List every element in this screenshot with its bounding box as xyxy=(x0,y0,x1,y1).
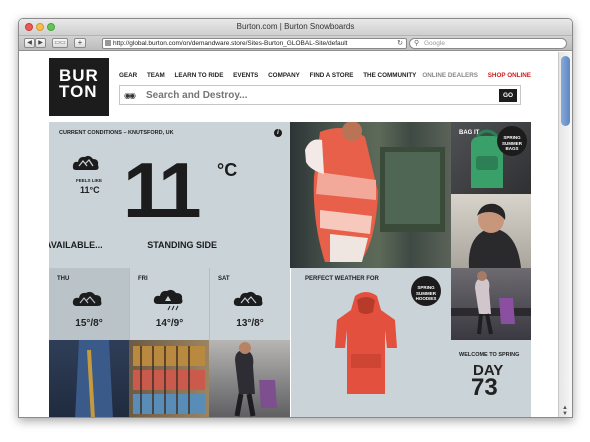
forecast-day-sat: SAT 13°/8° xyxy=(209,268,290,340)
shop-online-link[interactable]: SHOP ONLINE xyxy=(488,72,531,79)
nav-find-a-store[interactable]: FIND A STORE xyxy=(310,72,354,79)
browser-window: Burton.com | Burton Snowboards ◀ ▶ ▭▭ + … xyxy=(18,18,573,418)
welcome-spring-label: WELCOME TO SPRING xyxy=(459,352,520,358)
bench-photo-tile[interactable] xyxy=(451,268,531,340)
header-links: ONLINE DEALERS SHOP ONLINE xyxy=(422,72,531,79)
nav-learn-to-ride[interactable]: LEARN TO RIDE xyxy=(175,72,224,79)
reload-icon[interactable]: ↻ xyxy=(397,39,403,48)
red-hoodie-image xyxy=(335,292,397,394)
backpack-rider-image xyxy=(75,340,113,417)
back-button[interactable]: ◀ xyxy=(24,38,35,48)
goggles-icon: ◉◉ xyxy=(124,91,136,100)
bag-it-tile[interactable]: BAG IT SPRING SUMMER BAGS xyxy=(451,122,531,194)
nav-team[interactable]: TEAM xyxy=(147,72,165,79)
forecast-day-thu: THU 15°/8° xyxy=(49,268,129,340)
nav-events[interactable]: EVENTS xyxy=(233,72,258,79)
forecast-day-label: SAT xyxy=(218,276,230,282)
spring-summer-bags-badge[interactable]: SPRING SUMMER BAGS xyxy=(497,126,527,156)
bag-it-label: BAG IT xyxy=(459,130,480,136)
window-title: Burton.com | Burton Snowboards xyxy=(236,22,355,31)
favicon-icon xyxy=(105,40,111,46)
backpack-rider-photo[interactable] xyxy=(49,340,129,417)
weather-panel: CURRENT CONDITIONS – KNUTSFORD, UK i FEE… xyxy=(49,122,290,268)
feels-like-label: FEELS LIKE xyxy=(76,178,103,183)
subway-photo-image xyxy=(234,342,277,417)
badge-line: HOODIES xyxy=(415,296,437,301)
site-header: BUR TON GEAR TEAM LEARN TO RIDE EVENTS C… xyxy=(49,58,531,116)
rider-photo-image xyxy=(468,203,521,268)
site-search-input[interactable] xyxy=(146,89,486,102)
hero-photo-jacket[interactable] xyxy=(290,122,451,268)
rider-photo-tile[interactable] xyxy=(451,194,531,268)
nav-the-community[interactable]: THE COMMUNITY xyxy=(363,72,416,79)
forecast-day-fri: FRI 14°/9° xyxy=(129,268,209,340)
browser-toolbar: ◀ ▶ ▭▭ + http://global.burton.com/on/dem… xyxy=(19,36,572,51)
logo-line-2: TON xyxy=(59,82,98,101)
hoodies-tile[interactable]: PERFECT WEATHER FOR SPRING SUMMER HOODIE… xyxy=(291,268,451,417)
search-icon: ⚲ xyxy=(414,40,420,47)
address-bar[interactable]: http://global.burton.com/on/demandware.s… xyxy=(102,38,407,49)
browser-search-placeholder: Google xyxy=(424,40,445,47)
cloudy-icon xyxy=(72,291,102,306)
content-grid: CURRENT CONDITIONS – KNUTSFORD, UK i FEE… xyxy=(49,122,531,417)
title-bar: Burton.com | Burton Snowboards xyxy=(19,19,572,36)
forecast-day-label: THU xyxy=(57,276,70,282)
vertical-scrollbar[interactable]: ▲ ▼ xyxy=(558,52,572,417)
jacket-photo-image xyxy=(305,122,445,262)
bench-photo-image xyxy=(451,271,531,335)
forecast-temp: 15°/8° xyxy=(75,318,103,329)
info-icon[interactable]: i xyxy=(274,129,282,137)
badge-line: BAGS xyxy=(505,146,519,151)
main-nav: GEAR TEAM LEARN TO RIDE EVENTS COMPANY F… xyxy=(119,72,424,79)
page-viewport: BUR TON GEAR TEAM LEARN TO RIDE EVENTS C… xyxy=(19,52,559,417)
ticker-item: STANDING SIDE xyxy=(147,240,218,250)
site-search: ◉◉ GO xyxy=(119,85,521,105)
scroll-arrows-icon[interactable]: ▲ ▼ xyxy=(562,405,568,417)
cloudy-icon xyxy=(233,291,263,306)
go-button[interactable]: GO xyxy=(499,89,517,102)
day-number: 73 xyxy=(471,374,498,401)
cloudy-weather-icon xyxy=(72,155,99,170)
conditions-title: CURRENT CONDITIONS – KNUTSFORD, UK xyxy=(59,130,174,136)
conditions-ticker: AVAILABLE... STANDING SIDE xyxy=(49,240,290,250)
browser-search-field[interactable]: ⚲ Google xyxy=(409,38,567,49)
nav-gear[interactable]: GEAR xyxy=(119,72,137,79)
welcome-spring-tile[interactable]: WELCOME TO SPRING DAY 73 xyxy=(451,340,531,417)
burton-logo[interactable]: BUR TON xyxy=(49,58,109,116)
forecast-day-label: FRI xyxy=(138,276,148,282)
scrollbar-thumb[interactable] xyxy=(561,56,570,126)
current-temperature: 11 xyxy=(123,146,201,234)
address-text: http://global.burton.com/on/demandware.s… xyxy=(113,40,348,47)
add-bookmark-button[interactable]: + xyxy=(74,38,86,48)
perfect-weather-title: PERFECT WEATHER FOR xyxy=(305,276,379,282)
feels-like-value: 11°C xyxy=(80,185,100,195)
bookshelf-image xyxy=(133,346,205,414)
forecast-temp: 13°/8° xyxy=(236,318,264,329)
online-dealers-link[interactable]: ONLINE DEALERS xyxy=(422,72,478,79)
forward-button[interactable]: ▶ xyxy=(35,38,46,48)
rain-cloud-icon xyxy=(153,289,183,311)
ticker-item: AVAILABLE... xyxy=(49,240,103,250)
forecast-temp: 14°/9° xyxy=(155,318,184,329)
bookshelf-photo[interactable] xyxy=(129,340,209,417)
bookmarks-button[interactable]: ▭▭ xyxy=(52,38,68,48)
spring-summer-hoodies-badge[interactable]: SPRING SUMMER HOODIES xyxy=(411,276,441,306)
nav-company[interactable]: COMPANY xyxy=(268,72,300,79)
temperature-unit: °C xyxy=(217,160,238,180)
subway-photo[interactable] xyxy=(209,340,290,417)
